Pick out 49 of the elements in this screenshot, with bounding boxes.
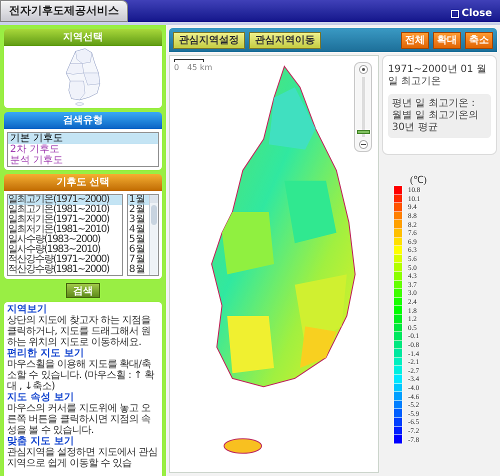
help-text: 관심지역을 설정하면 지도에서 관심 지역으로 쉽게 이동할 수 있습 (7, 447, 159, 469)
info-note: 평년 일 최고기온 : 월별 일 최고기온의 30년 평균 (388, 94, 491, 138)
help-heading: 편리한 지도 보기 (7, 348, 85, 359)
section-header: 기후도 선택 (4, 174, 162, 191)
help-text: 상단의 지도에 찾고자 하는 지점을 클릭하거나, 지도를 드래그해서 원하는 위치의 지도로 이동하세요. (7, 315, 152, 348)
help-heading: 지역보기 (7, 304, 48, 315)
list-item[interactable]: 분석 기후도 (8, 155, 158, 166)
list-item[interactable]: 4월 (128, 225, 149, 235)
list-item[interactable]: 일최저기온(1971~2000) (8, 215, 122, 225)
help-text: 마우스휠을 이용해 지도를 확대/축소할 수 있습니다. (마우스휠 : ↑ 확대 , ↓축소) (7, 359, 156, 392)
zoom-in-icon[interactable] (358, 65, 368, 74)
close-icon (450, 10, 459, 18)
scrollbar[interactable] (149, 195, 158, 275)
list-item[interactable]: 5월 (128, 235, 149, 245)
scale-bar (174, 59, 204, 62)
zoom-thumb[interactable] (356, 130, 370, 134)
list-item[interactable]: 3월 (128, 215, 149, 225)
list-item[interactable]: 적산강수량(1971~2000) (8, 255, 122, 265)
section-header: 지역선택 (4, 29, 162, 46)
zoom-out-icon[interactable] (358, 140, 368, 149)
list-item[interactable]: 2차 기후도 (8, 144, 158, 155)
list-item[interactable]: 적산강수량(1981~2000) (8, 265, 122, 275)
list-item[interactable]: 일사수량(1983~2000) (8, 235, 122, 245)
legend-unit: (℃) (409, 175, 428, 186)
month-list[interactable]: 1월 2월 3월 4월 5월 6월 7월 8월 (127, 194, 159, 276)
list-item[interactable]: 기본 기후도 (8, 133, 158, 144)
info-title: 1971~2000년 01 월 일 최고기온 (388, 64, 488, 88)
scale-label: 45 km (187, 62, 212, 74)
list-item[interactable]: 일사수량(1983~2010) (8, 245, 122, 255)
list-item[interactable]: 7월 (128, 255, 149, 265)
search-type-list[interactable]: 기본 기후도 2차 기후도 분석 기후도 (7, 132, 159, 167)
window-title: 전자기후도제공서비스 (0, 0, 128, 22)
help-heading: 맞춤 지도 보기 (7, 436, 75, 447)
list-item[interactable]: 1월 (128, 195, 149, 205)
help-text: 마우스의 커서를 지도위에 놓고 오른쪽 버튼을 클릭하시면 지점의 속성을 볼 수 있습니다. (7, 403, 152, 436)
toolbar-button[interactable]: 관심지역이동 (249, 32, 321, 48)
list-item[interactable]: 2월 (128, 205, 149, 215)
toolbar-button[interactable]: 관심지역설정 (173, 32, 245, 48)
list-item[interactable]: 일최고기온(1971~2000) (8, 195, 122, 205)
list-item[interactable]: 일최고기온(1981~2010) (8, 205, 122, 215)
scale-label: 0 (174, 62, 180, 74)
help-heading: 지도 속성 보기 (7, 392, 75, 403)
list-item[interactable]: 일최저기온(1981~2010) (8, 225, 122, 235)
list-item[interactable]: 6월 (128, 245, 149, 255)
zoom-slider[interactable] (354, 62, 372, 152)
climate-map-list[interactable]: 일최고기온(1971~2000) 일최고기온(1981~2010) 일최저기온(1971~2000) 일최저기온(1981~2010) 일사수량(1983~2000) 일사수량(1983~2010) 적산강수량(1971~2000) 적산강수량(1981~2000) (7, 194, 123, 276)
list-item[interactable]: 8월 (128, 265, 149, 275)
close-button[interactable]: Close (450, 6, 500, 22)
section-header: 검색유형 (4, 112, 162, 129)
